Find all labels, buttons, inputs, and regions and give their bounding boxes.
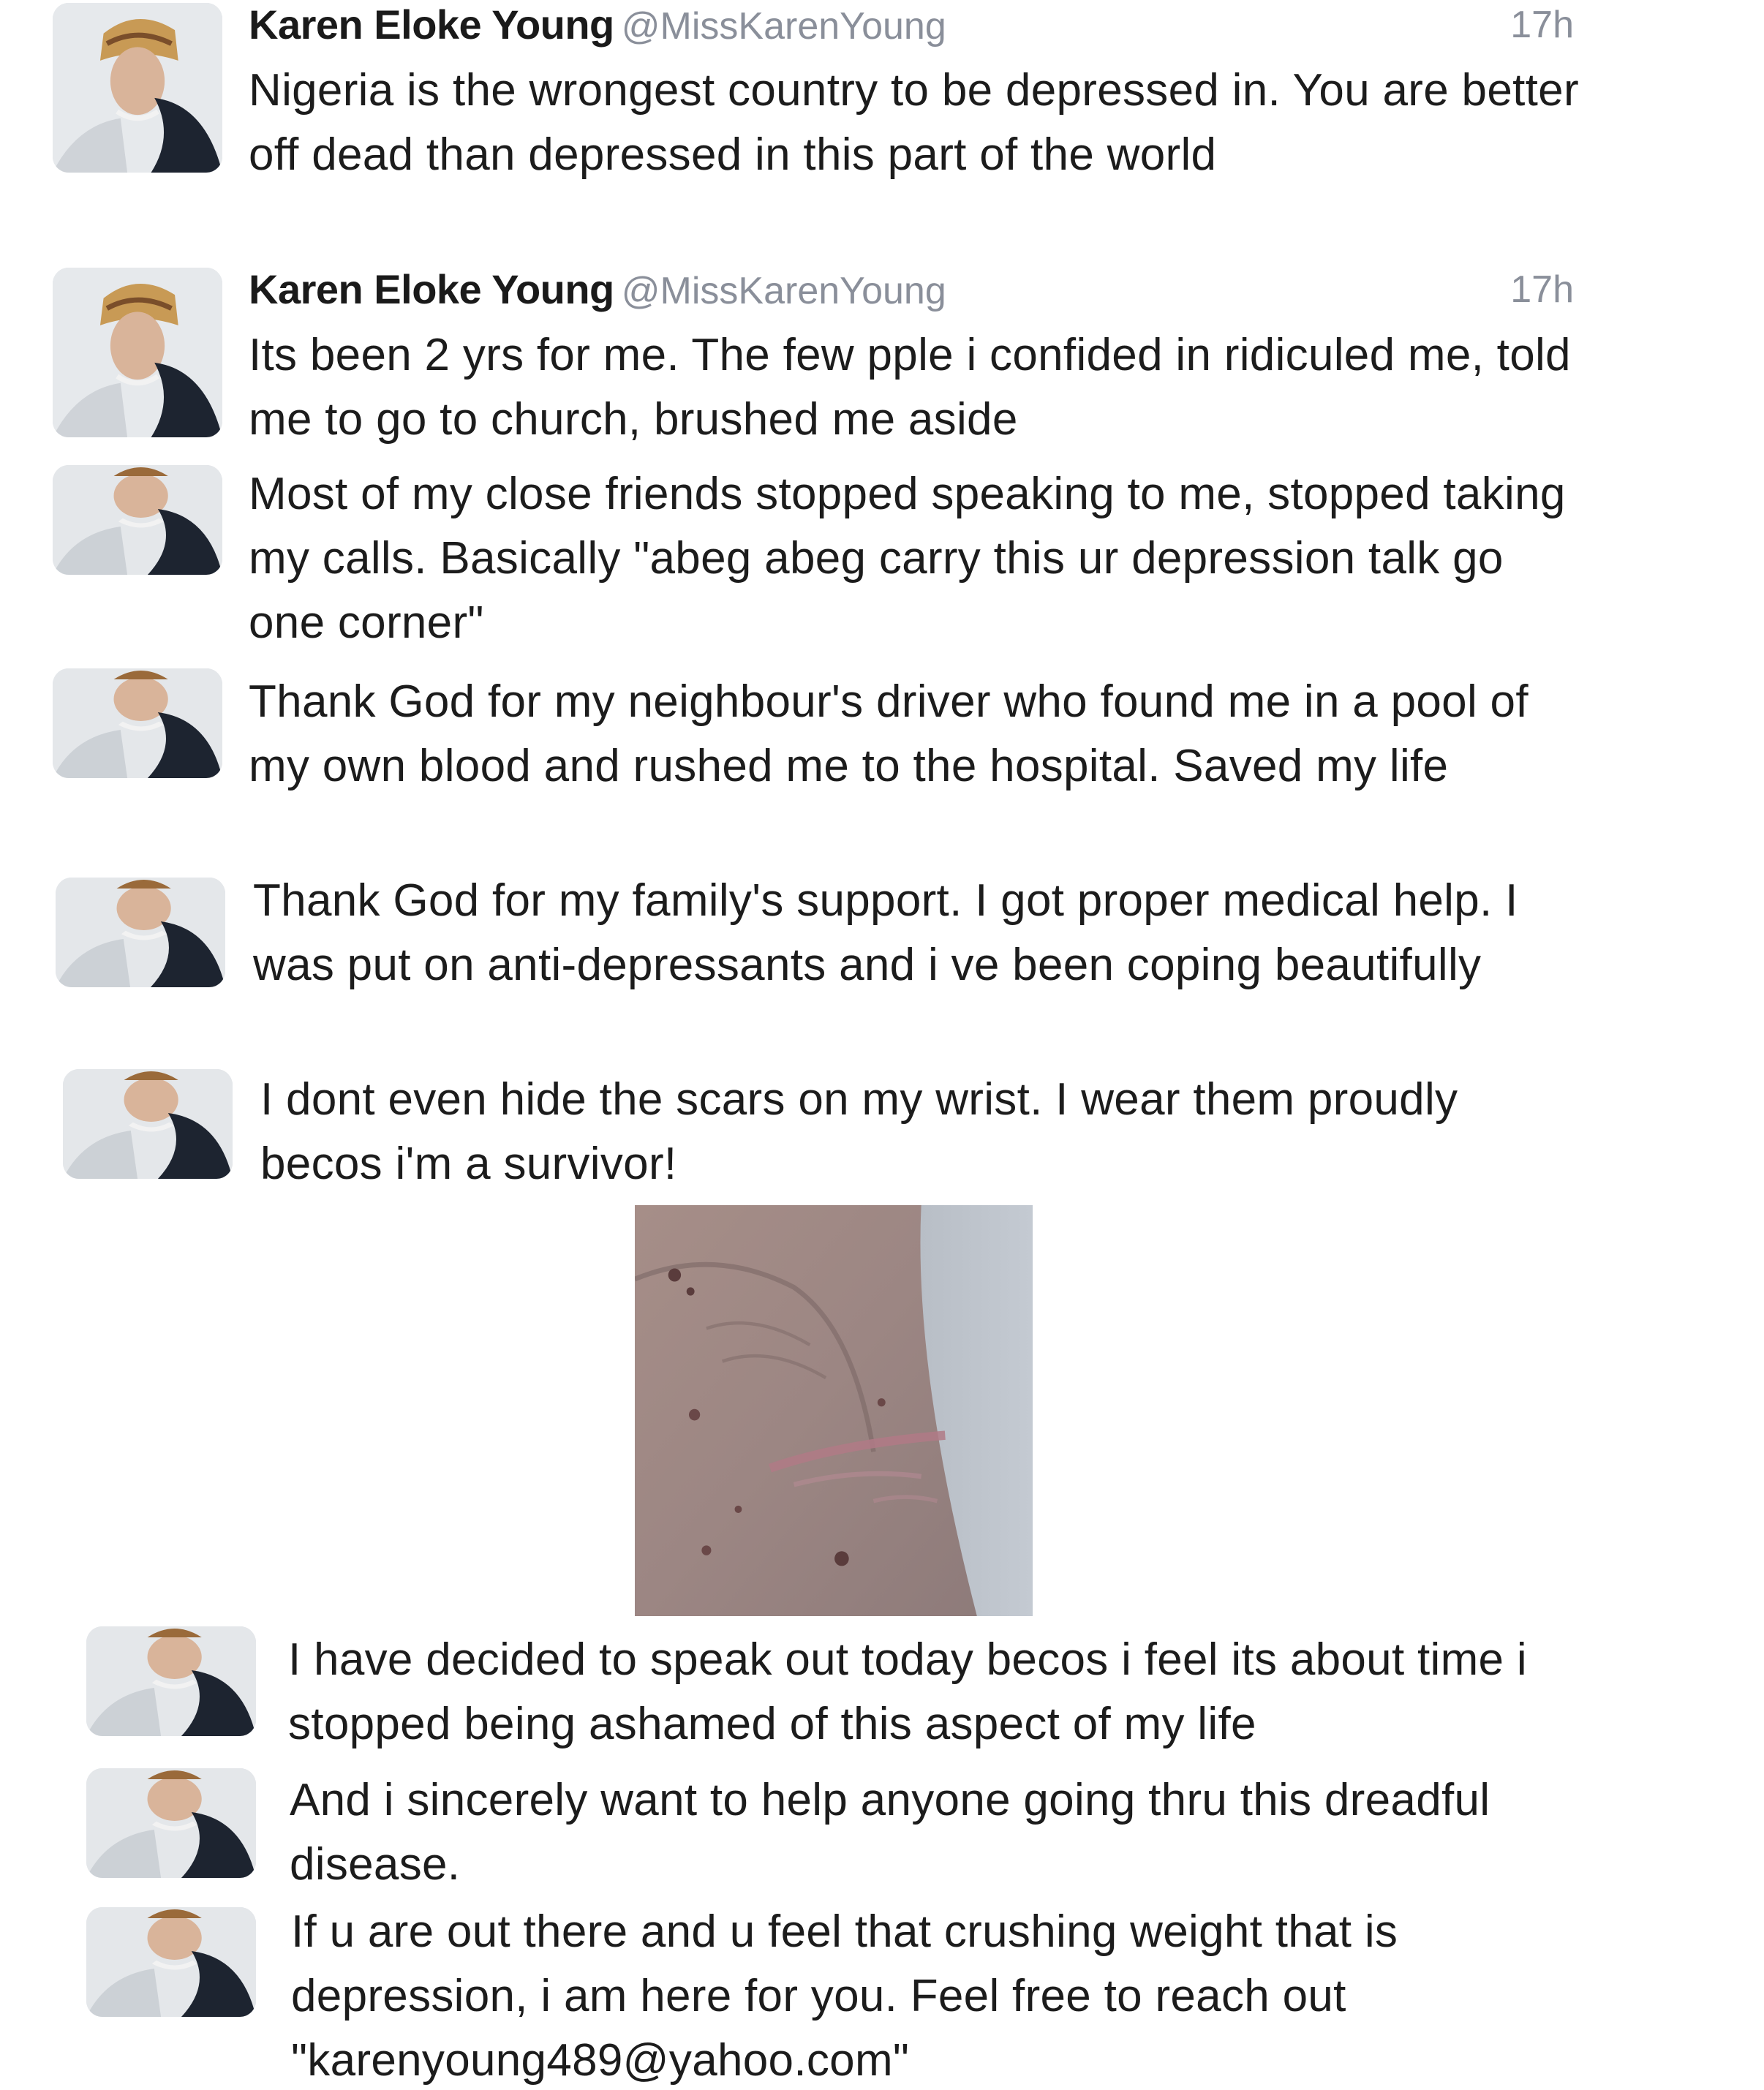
tweet-text: And i sincerely want to help anyone goin… <box>290 1775 1490 1890</box>
avatar[interactable] <box>56 878 225 987</box>
timestamp: 17h <box>1510 4 1574 46</box>
tweet-text: Thank God for my family's support. I got… <box>253 875 1518 990</box>
avatar[interactable] <box>86 1768 256 1878</box>
timestamp: 17h <box>1510 268 1574 311</box>
avatar[interactable] <box>53 3 222 173</box>
avatar[interactable] <box>86 1907 256 2017</box>
tweet-text: I dont even hide the scars on my wrist. … <box>260 1074 1458 1189</box>
tweet-text: Thank God for my neighbour's driver who … <box>249 676 1529 791</box>
tweet-text: If u are out there and u feel that crush… <box>291 1906 1398 2086</box>
avatar[interactable] <box>53 668 222 778</box>
wrist-scar-photo[interactable] <box>635 1205 1033 1616</box>
tweet-text: Nigeria is the wrongest country to be de… <box>249 65 1579 180</box>
author-handle[interactable]: @MissKarenYoung <box>622 270 946 312</box>
avatar[interactable] <box>63 1069 233 1179</box>
tweet-text: Most of my close friends stopped speakin… <box>249 469 1566 648</box>
avatar[interactable] <box>53 268 222 437</box>
avatar[interactable] <box>86 1626 256 1736</box>
author-name[interactable]: Karen Eloke Young <box>249 1 614 48</box>
tweet-text: Its been 2 yrs for me. The few pple i co… <box>249 330 1571 445</box>
author-handle[interactable]: @MissKarenYoung <box>622 5 946 48</box>
tweet-text: I have decided to speak out today becos … <box>288 1634 1527 1749</box>
author-name[interactable]: Karen Eloke Young <box>249 266 614 312</box>
avatar[interactable] <box>53 465 222 575</box>
